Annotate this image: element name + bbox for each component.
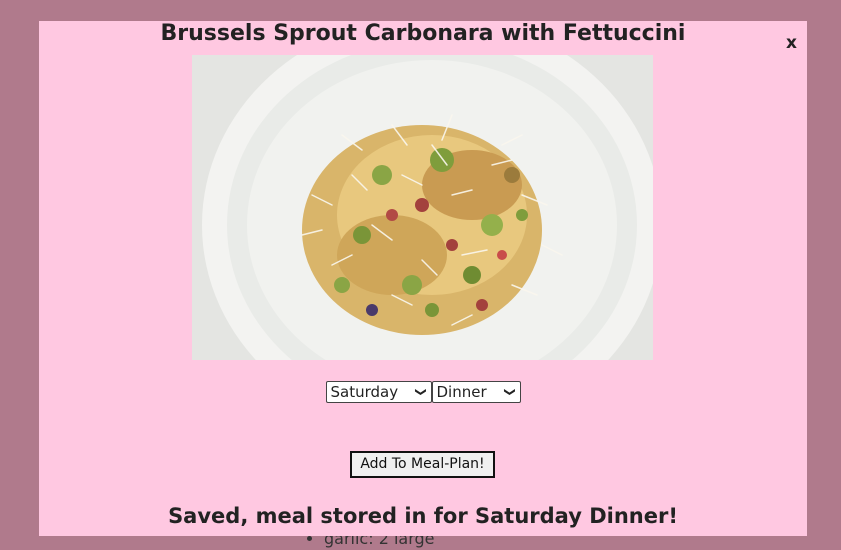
meal-select[interactable]: Dinner ❯ [431, 381, 521, 403]
recipe-title: Brussels Sprout Carbonara with Fettuccin… [160, 21, 686, 46]
add-to-meal-plan-button[interactable]: Add To Meal-Plan! [350, 451, 495, 478]
day-select-value: Saturday [330, 383, 399, 401]
day-select[interactable]: Saturday ❯ [325, 381, 432, 403]
meal-select-value: Dinner [436, 383, 487, 401]
recipe-image [192, 55, 653, 360]
chevron-down-icon: ❯ [503, 387, 517, 397]
recipe-modal: x Brussels Sprout Carbonara with Fettucc… [39, 21, 807, 536]
meal-slot-selectors: Saturday ❯ Dinner ❯ [39, 381, 807, 403]
status-message: Saved, meal stored in for Saturday Dinne… [168, 504, 678, 528]
chevron-down-icon: ❯ [414, 387, 428, 397]
